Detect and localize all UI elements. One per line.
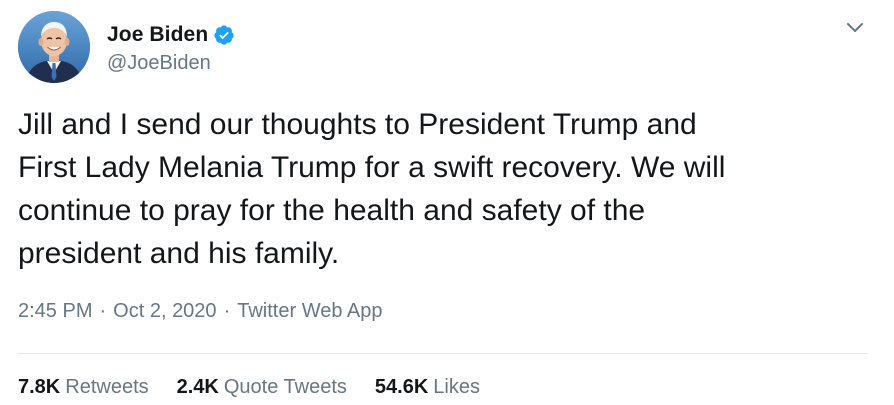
avatar-image <box>18 11 90 83</box>
retweets-count: 7.8K <box>18 376 61 398</box>
tweet-stats: 7.8K Retweets 2.4K Quote Tweets 54.6K Li… <box>18 376 508 399</box>
avatar[interactable] <box>18 11 90 83</box>
likes-count: 54.6K <box>374 376 429 398</box>
author-display-name[interactable]: Joe Biden <box>107 23 208 47</box>
verified-badge-icon <box>213 24 235 46</box>
chevron-down-icon[interactable] <box>842 14 868 40</box>
author-handle[interactable]: @JoeBiden <box>107 52 235 75</box>
retweets-label: Retweets <box>65 376 149 398</box>
likes-label: Likes <box>433 376 480 398</box>
meta-separator: · <box>99 300 107 322</box>
tweet-text: Jill and I send our thoughts to Presiden… <box>18 108 726 270</box>
meta-separator: · <box>223 300 231 322</box>
tweet-header: Joe Biden @JoeBiden <box>18 10 235 84</box>
retweets-stat[interactable]: 7.8K Retweets <box>18 376 149 399</box>
tweet-date[interactable]: Oct 2, 2020 <box>113 300 216 323</box>
tweet-time[interactable]: 2:45 PM <box>18 300 92 323</box>
tweet-metadata: 2:45 PM · Oct 2, 2020 · Twitter Web App <box>18 300 383 323</box>
author-name-row: Joe Biden <box>107 20 235 50</box>
quote-tweets-stat[interactable]: 2.4K Quote Tweets <box>177 376 347 399</box>
author-identity: Joe Biden @JoeBiden <box>107 20 235 75</box>
tweet-source[interactable]: Twitter Web App <box>237 300 382 323</box>
quote-tweets-count: 2.4K <box>176 376 219 398</box>
quote-tweets-label: Quote Tweets <box>223 376 347 398</box>
likes-stat[interactable]: 54.6K Likes <box>375 376 480 399</box>
tweet-card: Joe Biden @JoeBiden Jill and I send our … <box>0 0 894 405</box>
divider <box>18 353 868 354</box>
